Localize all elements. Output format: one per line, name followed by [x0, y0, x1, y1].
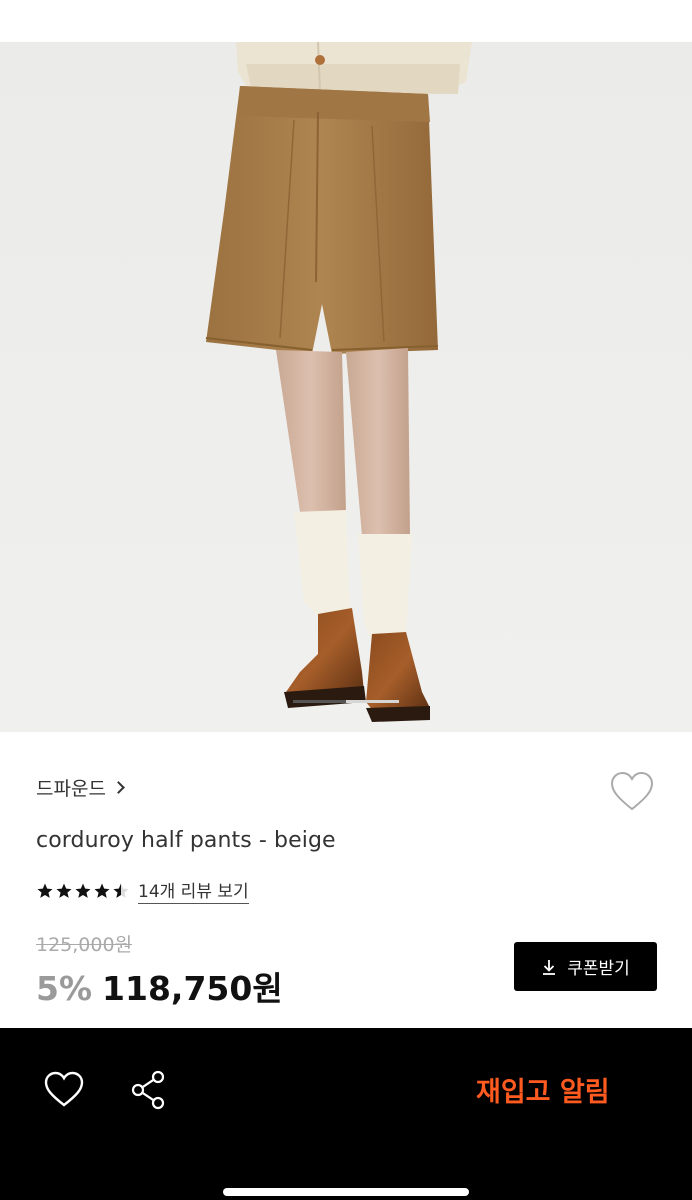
heart-icon — [44, 1071, 84, 1107]
brand-link[interactable]: 드파운드 — [36, 774, 125, 801]
star-icon — [94, 883, 110, 898]
sale-price: 118,750원 — [102, 969, 283, 1008]
bottom-wishlist-button[interactable] — [42, 1070, 86, 1110]
rating-row: 14개 리뷰 보기 — [36, 877, 249, 904]
product-info: 드파운드 corduroy half pants - beige 14개 리뷰 … — [0, 732, 692, 1028]
half-star-icon — [113, 883, 129, 898]
share-icon — [131, 1070, 165, 1110]
product-title: corduroy half pants - beige — [36, 828, 336, 853]
original-price: 125,000원 — [36, 934, 133, 956]
coupon-button[interactable]: 쿠폰받기 — [514, 942, 657, 991]
download-icon — [543, 959, 556, 975]
review-link[interactable]: 14개 리뷰 보기 — [138, 877, 249, 904]
bottom-action-bar: 재입고 알림 — [0, 1028, 692, 1200]
home-indicator — [223, 1188, 469, 1196]
star-rating — [36, 882, 130, 900]
chevron-right-icon — [112, 781, 125, 794]
price-row: 5% 118,750원 — [36, 962, 283, 1010]
discount-rate: 5% — [36, 969, 93, 1008]
star-icon — [56, 883, 72, 898]
carousel-indicator — [293, 700, 399, 703]
coupon-label: 쿠폰받기 — [567, 959, 630, 979]
product-image-carousel[interactable] — [0, 42, 692, 732]
restock-alert-button[interactable]: 재입고 알림 — [476, 1070, 610, 1109]
star-icon — [75, 883, 91, 898]
heart-icon — [610, 771, 654, 811]
product-photo — [0, 42, 692, 732]
status-bar-area — [0, 0, 692, 42]
share-button[interactable] — [128, 1068, 170, 1112]
wishlist-button[interactable] — [608, 770, 656, 814]
star-icon — [37, 883, 53, 898]
brand-name: 드파운드 — [36, 778, 106, 800]
